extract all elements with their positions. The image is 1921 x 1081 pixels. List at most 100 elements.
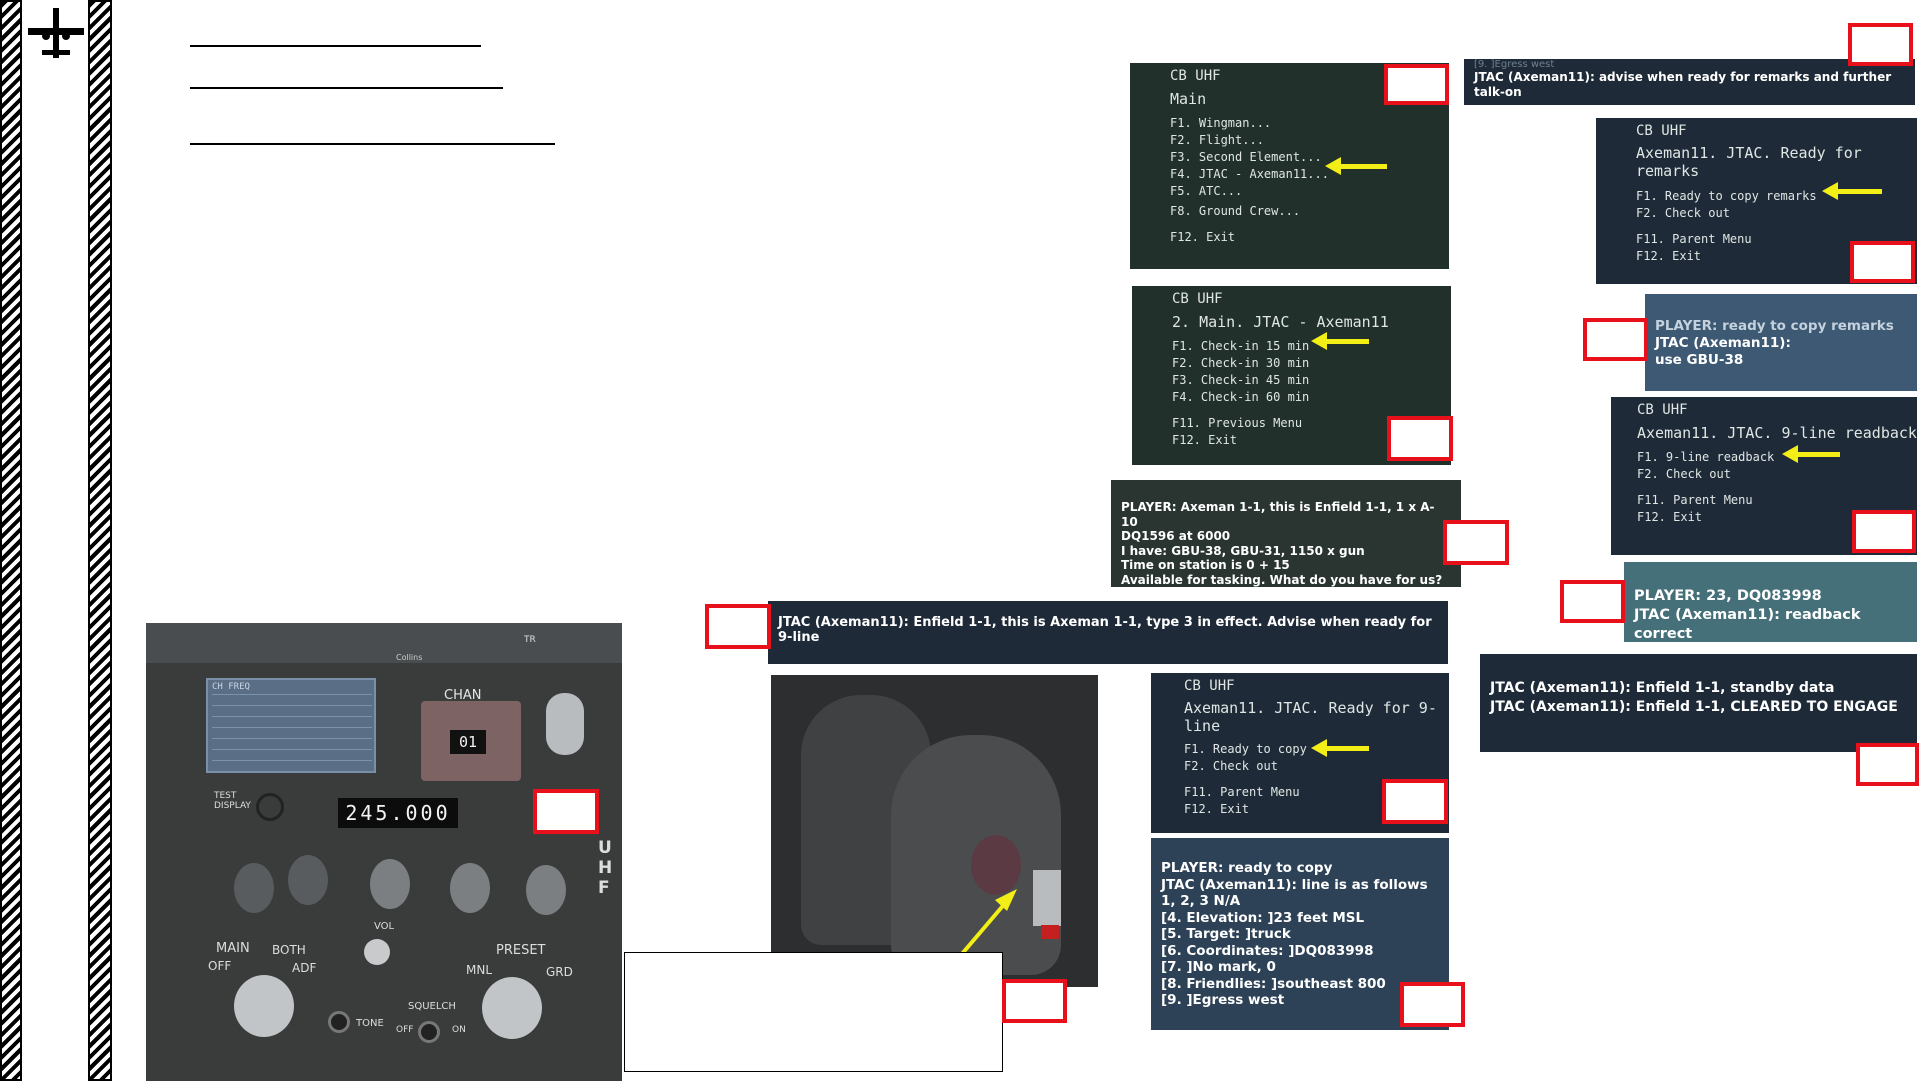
menu-header: CB UHF	[1636, 123, 1687, 139]
msg-line: I have: GBU-38, GBU-31, 1150 x gun	[1121, 543, 1365, 558]
marker-box-menu1	[1384, 64, 1449, 105]
aircraft-icon	[28, 8, 84, 58]
freq-table: CH FREQ	[206, 678, 376, 773]
freq-knob-1[interactable]	[234, 863, 274, 913]
msg-checkin: PLAYER: Axeman 1-1, this is Enfield 1-1,…	[1111, 480, 1461, 587]
freq-knob-4[interactable]	[450, 863, 490, 913]
uhf-radio-panel: CH FREQ Collins TR CHAN 01 TEST DISPLAY …	[146, 623, 622, 1081]
marker-box-type3	[705, 604, 771, 649]
squelch-switch[interactable]	[418, 1021, 440, 1043]
arrow-ready-remarks	[1822, 182, 1882, 200]
heading-line-1	[190, 45, 481, 47]
function-knob[interactable]	[234, 975, 294, 1037]
menu-item-checkin-60[interactable]: F4. Check-in 60 min	[1172, 389, 1451, 406]
marker-box-menu4	[1850, 241, 1915, 283]
marker-box-radio	[533, 789, 599, 834]
collins-label: Collins	[396, 653, 423, 662]
msg-line: JTAC (Axeman11): Enfield 1-1, this is Ax…	[778, 615, 1432, 645]
freq-knob-2[interactable]	[288, 855, 328, 905]
off-label: OFF	[208, 959, 232, 973]
menu-item-9line-readback[interactable]: F1. 9-line readback	[1637, 449, 1917, 466]
menu-item-exit[interactable]: F12. Exit	[1170, 229, 1449, 246]
msg-faint-line: [9. ]Egress west	[1474, 59, 1555, 70]
marker-box-throttle	[1002, 979, 1067, 1023]
main-label: MAIN	[216, 941, 250, 956]
squelch-off-label: OFF	[396, 1025, 414, 1035]
msg-line: [5. Target: ]truck	[1161, 926, 1291, 942]
msg-readback: PLAYER: 23, DQ083998 JTAC (Axeman11): re…	[1624, 562, 1917, 642]
freq-knob-3[interactable]	[370, 859, 410, 909]
msg-line: [9. ]Egress west	[1161, 992, 1285, 1008]
arrow-readback	[1782, 445, 1840, 463]
marker-box-remarks	[1583, 318, 1648, 361]
msg-line: DQ1596 at 6000	[1121, 529, 1231, 543]
msg-line: PLAYER: 23, DQ083998	[1634, 588, 1822, 604]
menu-item-second-element[interactable]: F3. Second Element...	[1170, 149, 1449, 166]
menu-item-ground-crew[interactable]: F8. Ground Crew...	[1170, 203, 1449, 220]
msg-line: PLAYER: ready to copy	[1161, 860, 1333, 876]
tone-label: TONE	[356, 1018, 384, 1029]
grd-label: GRD	[546, 965, 573, 979]
menu-item-parent[interactable]: F11. Parent Menu	[1637, 492, 1917, 509]
freq-table-grid	[212, 694, 372, 770]
test-display-label: TEST DISPLAY	[214, 791, 251, 811]
msg-line: Available for tasking. What do you have …	[1121, 572, 1443, 587]
freq-knob-5[interactable]	[526, 865, 566, 915]
arrow-ready-to-copy	[1311, 739, 1369, 757]
menu-item-jtac[interactable]: F4. JTAC - Axeman11...	[1170, 166, 1449, 183]
msg-line: JTAC (Axeman11): Enfield 1-1, standby da…	[1490, 680, 1835, 696]
msg-remarks: PLAYER: ready to copy remarks JTAC (Axem…	[1645, 294, 1917, 391]
heading-line-3	[190, 143, 555, 145]
freq-table-header: CH FREQ	[212, 682, 250, 692]
adf-label: ADF	[292, 961, 317, 975]
menu-item-flight[interactable]: F2. Flight...	[1170, 132, 1449, 149]
squelch-label: SQUELCH	[408, 1001, 456, 1012]
marker-box-nineline	[1400, 982, 1465, 1027]
menu-header: CB UHF	[1184, 678, 1235, 694]
menu-item-atc[interactable]: F5. ATC...	[1170, 183, 1449, 200]
menu-item-checkin-45[interactable]: F3. Check-in 45 min	[1172, 372, 1451, 389]
marker-box-cleared	[1856, 743, 1919, 786]
marker-box-advise	[1848, 23, 1913, 66]
pointer-arrow-icon	[959, 889, 1017, 957]
menu-title: Axeman11. JTAC. 9-line readback	[1637, 424, 1917, 442]
menu-title: Axeman11. JTAC. Ready for remarks	[1636, 144, 1862, 180]
menu-header: CB UHF	[1637, 402, 1688, 418]
msg-line: JTAC (Axeman11):	[1655, 335, 1791, 351]
panel-top-strip	[146, 623, 622, 663]
menu-item-check-out[interactable]: F2. Check out	[1637, 466, 1917, 483]
msg-line: 1, 2, 3 N/A	[1161, 893, 1241, 909]
arrow-checkin-15	[1311, 332, 1369, 350]
test-display-button[interactable]	[256, 793, 284, 821]
msg-line: [7. ]No mark, 0	[1161, 959, 1276, 975]
msg-line: JTAC (Axeman11): line is as follows	[1161, 876, 1428, 893]
vol-knob[interactable]	[364, 939, 390, 965]
preset-label: PRESET	[496, 943, 546, 958]
msg-line: JTAC (Axeman11): advise when ready for r…	[1474, 70, 1892, 99]
both-label: BOTH	[272, 943, 306, 957]
menu-item-checkin-30[interactable]: F2. Check-in 30 min	[1172, 355, 1451, 372]
mode-knob[interactable]	[482, 977, 542, 1039]
vol-label: VOL	[374, 921, 395, 932]
chan-knob[interactable]	[546, 693, 584, 755]
msg-line: JTAC (Axeman11): readback correct	[1634, 607, 1861, 642]
squelch-on-label: ON	[452, 1025, 466, 1035]
menu-item-check-out[interactable]: F2. Check out	[1184, 758, 1441, 775]
menu-item-check-out[interactable]: F2. Check out	[1636, 205, 1917, 222]
marker-box-menu2	[1387, 416, 1453, 461]
marker-box-readback	[1560, 580, 1625, 623]
marker-box-menu3	[1382, 779, 1448, 824]
blank-caption-box	[624, 952, 1003, 1072]
marker-box-menu5	[1852, 510, 1916, 553]
msg-line: [8. Friendlies: ]southeast 800	[1161, 975, 1386, 992]
menu-title: 2. Main. JTAC - Axeman11	[1172, 313, 1389, 331]
msg-line: use GBU-38	[1655, 352, 1744, 368]
sidebar-right-stripe	[88, 0, 112, 1081]
marker-box-checkin	[1443, 520, 1509, 565]
menu-item-wingman[interactable]: F1. Wingman...	[1170, 115, 1449, 132]
heading-line-2	[190, 87, 503, 89]
msg-line: Time on station is 0 + 15	[1121, 558, 1290, 572]
throttle-image	[771, 675, 1098, 987]
freq-readout: 245.000	[338, 798, 458, 828]
tone-switch[interactable]	[328, 1011, 350, 1033]
